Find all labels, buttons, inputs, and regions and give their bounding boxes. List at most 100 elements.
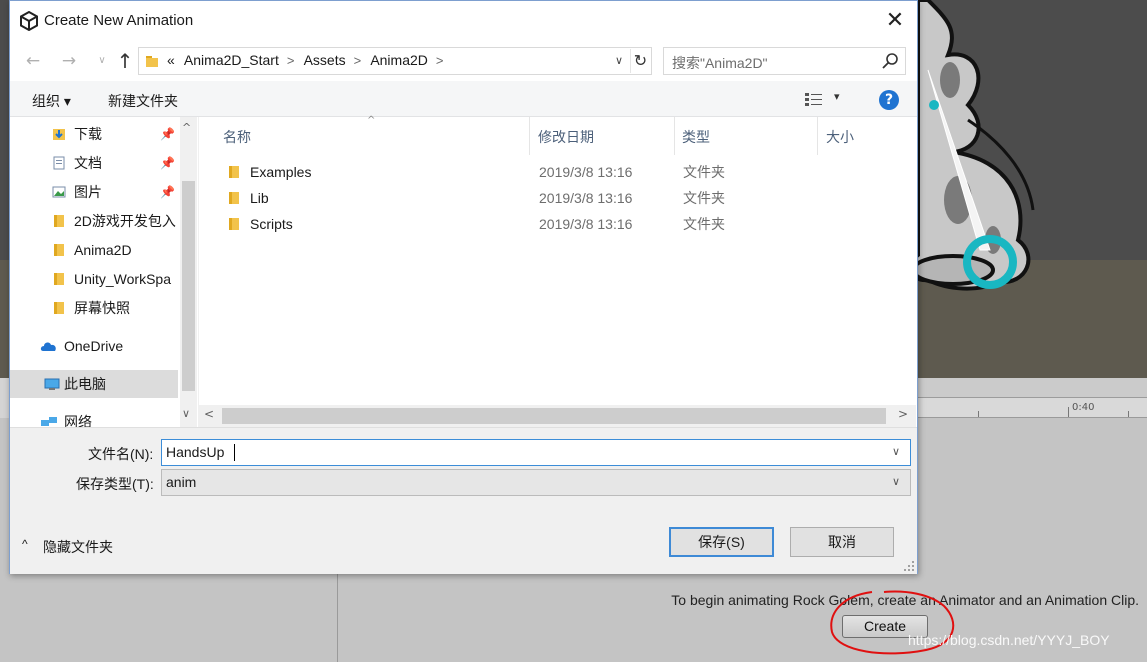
view-dropdown-icon[interactable]: ▾: [834, 90, 840, 103]
navigation-bar: ← → ∨ ↑ « Anima2D_Start > Assets > Anima2D…: [10, 41, 917, 81]
pin-icon[interactable]: 📌: [160, 178, 175, 206]
new-folder-button[interactable]: 新建文件夹: [108, 91, 178, 111]
filetype-value: anim: [166, 474, 197, 490]
breadcrumb-item[interactable]: Anima2D_Start: [184, 52, 279, 68]
cancel-button[interactable]: 取消: [790, 527, 894, 557]
chevron-down-icon[interactable]: ∨: [892, 445, 900, 458]
folder-icon: [146, 56, 158, 67]
back-icon[interactable]: ←: [21, 41, 45, 81]
column-divider[interactable]: [817, 117, 818, 155]
file-type: 文件夹: [683, 190, 725, 206]
forward-icon[interactable]: →: [57, 41, 81, 81]
horizontal-scrollbar[interactable]: < >: [198, 405, 916, 427]
chevron-right-icon[interactable]: >: [436, 53, 444, 68]
navigation-pane: 下载 📌 文档 📌 图片 📌 2D游戏开发包入 Anima2D Unity_Wo…: [10, 117, 196, 427]
sidebar-item-network[interactable]: 网络: [10, 408, 178, 427]
sidebar-item-anima2d[interactable]: Anima2D: [10, 236, 178, 264]
sidebar-scroll-thumb[interactable]: [182, 181, 195, 391]
dialog-titlebar[interactable]: Create New Animation ✕: [10, 1, 917, 41]
table-row[interactable]: Lib 2019/3/8 13:16 文件夹: [199, 185, 917, 211]
sidebar-item-label: OneDrive: [64, 338, 124, 354]
recent-locations-icon[interactable]: ∨: [90, 41, 114, 81]
column-divider[interactable]: [529, 117, 530, 155]
column-type-header[interactable]: 类型: [682, 127, 710, 147]
timeline-tick-label: 0:40: [1072, 402, 1095, 413]
file-name: Examples: [250, 164, 312, 180]
sidebar-item-this-pc[interactable]: 此电脑: [10, 370, 178, 398]
search-icon[interactable]: [881, 52, 899, 70]
file-modified: 2019/3/8 13:16: [539, 190, 633, 206]
file-type: 文件夹: [683, 164, 725, 180]
address-bar[interactable]: « Anima2D_Start > Assets > Anima2D > ∨ ↻: [138, 47, 652, 75]
dialog-title: Create New Animation: [44, 12, 194, 29]
search-input[interactable]: 搜索"Anima2D": [663, 47, 906, 75]
column-size-header[interactable]: 大小: [826, 127, 854, 147]
file-modified: 2019/3/8 13:16: [539, 216, 633, 232]
chevron-down-icon[interactable]: ∨: [892, 475, 900, 488]
sidebar-item-onedrive[interactable]: OneDrive: [10, 332, 178, 360]
organize-button[interactable]: 组织 ▾: [32, 91, 71, 111]
pin-icon[interactable]: 📌: [160, 120, 175, 148]
hide-folders-toggle[interactable]: ^ 隐藏文件夹: [22, 536, 142, 558]
horizontal-scroll-thumb[interactable]: [222, 408, 886, 424]
sidebar-item-unity-workspace[interactable]: Unity_WorkSpa: [10, 265, 178, 293]
timeline-ruler[interactable]: [918, 398, 1147, 418]
breadcrumb-item[interactable]: Assets: [304, 52, 346, 68]
breadcrumb-item[interactable]: Anima2D: [370, 52, 428, 68]
table-row[interactable]: Examples 2019/3/8 13:16 文件夹: [199, 159, 917, 185]
chevron-right-icon[interactable]: >: [354, 53, 362, 68]
address-dropdown-icon[interactable]: ∨: [610, 50, 628, 72]
close-button[interactable]: ✕: [878, 7, 912, 37]
text-caret: [234, 444, 235, 461]
resize-grip-icon[interactable]: [903, 560, 915, 572]
scroll-left-icon[interactable]: <: [204, 407, 214, 421]
sidebar-item-label: 文档: [74, 155, 102, 171]
table-row[interactable]: Scripts 2019/3/8 13:16 文件夹: [199, 211, 917, 237]
sidebar-item-pictures[interactable]: 图片 📌: [10, 178, 178, 206]
up-folder-icon[interactable]: ↑: [113, 41, 137, 81]
filename-value: HandsUp: [166, 444, 225, 460]
pictures-icon: [52, 186, 66, 198]
folder-icon: [54, 273, 64, 285]
onedrive-icon: [40, 342, 56, 351]
save-button[interactable]: 保存(S): [669, 527, 774, 557]
filetype-select[interactable]: anim ∨: [161, 469, 911, 496]
refresh-icon[interactable]: ↻: [630, 49, 650, 73]
filetype-label: 保存类型(T):: [76, 476, 154, 492]
sidebar-item-documents[interactable]: 文档 📌: [10, 149, 178, 177]
chevron-right-icon[interactable]: >: [287, 53, 295, 68]
save-file-dialog: Create New Animation ✕ ← → ∨ ↑ « Anima2D…: [9, 0, 918, 574]
folder-icon: [229, 166, 239, 178]
sort-ascending-icon: ^: [367, 115, 376, 126]
column-divider[interactable]: [674, 117, 675, 155]
sidebar-item-label: 网络: [64, 414, 92, 427]
download-folder-icon: [53, 129, 65, 140]
sidebar-item-screenshots[interactable]: 屏幕快照: [10, 294, 178, 322]
sidebar-item-label: Anima2D: [74, 242, 132, 258]
panel-divider: [337, 568, 338, 662]
column-name-header[interactable]: 名称: [223, 127, 251, 147]
breadcrumb-overflow[interactable]: «: [167, 52, 175, 68]
scroll-up-icon[interactable]: ^: [182, 121, 191, 134]
view-options-icon[interactable]: [804, 91, 824, 107]
filename-input[interactable]: HandsUp ∨: [161, 439, 911, 466]
chevron-up-icon: ^: [22, 537, 28, 551]
scroll-right-icon[interactable]: >: [898, 407, 908, 421]
pin-icon[interactable]: 📌: [160, 149, 175, 177]
filename-label: 文件名(N):: [88, 446, 154, 462]
scroll-down-icon[interactable]: ∨: [182, 407, 190, 420]
command-toolbar: 组织 ▾ 新建文件夹 ▾ ?: [10, 81, 917, 117]
folder-icon: [54, 302, 64, 314]
folder-icon: [229, 192, 239, 204]
sidebar-item-label: 下载: [74, 126, 102, 142]
sidebar-item-downloads[interactable]: 下载 📌: [10, 120, 178, 148]
column-modified-header[interactable]: 修改日期: [538, 127, 594, 147]
sidebar-item-label: 2D游戏开发包入: [74, 213, 176, 229]
sidebar-item-label: 图片: [74, 184, 102, 200]
search-placeholder: 搜索"Anima2D": [672, 55, 768, 71]
file-type: 文件夹: [683, 216, 725, 232]
help-icon[interactable]: ?: [879, 90, 899, 110]
file-list: ^ 名称 修改日期 类型 大小 Examples 2019/3/8 13:16 …: [198, 115, 917, 427]
documents-icon: [53, 156, 65, 170]
sidebar-item-2d-dev[interactable]: 2D游戏开发包入: [10, 207, 178, 235]
